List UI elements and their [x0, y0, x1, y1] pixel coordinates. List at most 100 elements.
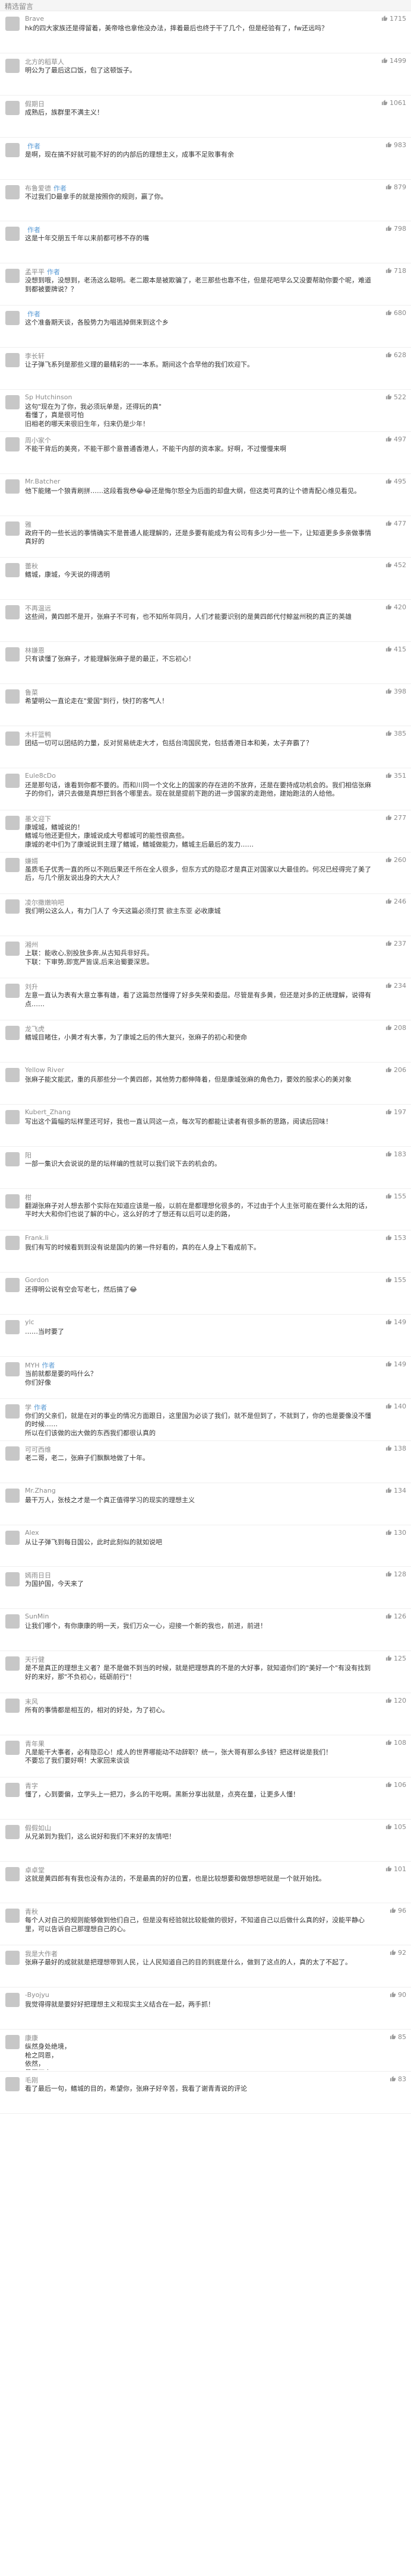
username[interactable]: 我是大作者 [25, 1950, 58, 1958]
like-button[interactable]: 130 [385, 1529, 406, 1537]
like-button[interactable]: 106 [385, 1781, 406, 1789]
username[interactable]: 青年果 [25, 1740, 45, 1748]
like-button[interactable]: 85 [390, 2033, 406, 2041]
like-button[interactable]: 96 [390, 1907, 406, 1914]
username[interactable]: 青秋 [25, 1908, 38, 1916]
like-button[interactable]: 101 [385, 1865, 406, 1873]
like-button[interactable]: 197 [385, 1108, 406, 1116]
avatar[interactable] [5, 1109, 20, 1124]
username[interactable]: 湘州 [25, 941, 38, 949]
avatar[interactable] [5, 899, 20, 914]
like-button[interactable]: 477 [385, 520, 406, 527]
like-button[interactable]: 522 [385, 393, 406, 401]
username[interactable]: 凌尔撒嫩响吧 [25, 899, 64, 907]
avatar[interactable] [5, 605, 20, 620]
username[interactable]: 康康 [25, 2034, 38, 2042]
avatar[interactable] [5, 689, 20, 704]
username[interactable]: 假假如山 [25, 1824, 51, 1832]
like-button[interactable]: 452 [385, 561, 406, 569]
username[interactable]: 可可西维 [25, 1446, 51, 1454]
username[interactable]: 柑 [25, 1194, 31, 1201]
avatar[interactable] [5, 17, 20, 31]
avatar[interactable] [5, 647, 20, 662]
like-button[interactable]: 108 [385, 1739, 406, 1747]
like-button[interactable]: 140 [385, 1403, 406, 1410]
avatar[interactable] [5, 100, 20, 115]
like-button[interactable]: 155 [385, 1276, 406, 1284]
avatar[interactable] [5, 1951, 20, 1966]
avatar[interactable] [5, 479, 20, 494]
avatar[interactable] [5, 1067, 20, 1082]
avatar[interactable] [5, 1782, 20, 1797]
avatar[interactable] [5, 395, 20, 409]
like-button[interactable]: 128 [385, 1570, 406, 1578]
username[interactable]: 不再温远 [25, 605, 51, 612]
avatar[interactable] [5, 2076, 20, 2091]
avatar[interactable] [5, 563, 20, 578]
username[interactable]: 青字 [25, 1782, 38, 1790]
username[interactable]: Frank.li [25, 1234, 49, 1242]
avatar[interactable] [5, 1909, 20, 1923]
avatar[interactable] [5, 731, 20, 746]
username[interactable]: Mr.Zhang [25, 1487, 56, 1494]
avatar[interactable] [5, 1026, 20, 1040]
username[interactable]: 布鲁爱德 [25, 185, 51, 192]
avatar[interactable] [5, 1236, 20, 1251]
like-button[interactable]: 420 [385, 603, 406, 611]
like-button[interactable]: 1715 [381, 15, 406, 23]
username[interactable]: Yellow River [25, 1066, 64, 1074]
like-button[interactable]: 398 [385, 688, 406, 695]
username[interactable]: 林嫌恩 [25, 647, 45, 654]
like-button[interactable]: 206 [385, 1066, 406, 1074]
like-button[interactable]: 497 [385, 435, 406, 443]
like-button[interactable]: 149 [385, 1318, 406, 1326]
avatar[interactable] [5, 1404, 20, 1419]
username[interactable]: 蕾秋 [25, 562, 38, 570]
like-button[interactable]: 134 [385, 1487, 406, 1494]
avatar[interactable] [5, 1446, 20, 1461]
username[interactable]: 毛刚 [25, 2076, 38, 2084]
username[interactable]: 阳 [25, 1152, 31, 1159]
like-button[interactable]: 105 [385, 1823, 406, 1831]
avatar[interactable] [5, 1614, 20, 1629]
like-button[interactable]: 126 [385, 1613, 406, 1620]
username[interactable]: ylc [25, 1318, 34, 1326]
avatar[interactable] [5, 984, 20, 998]
like-button[interactable]: 234 [385, 982, 406, 990]
like-button[interactable]: 628 [385, 351, 406, 359]
like-button[interactable]: 183 [385, 1150, 406, 1158]
like-button[interactable]: 351 [385, 772, 406, 780]
avatar[interactable] [5, 1740, 20, 1755]
avatar[interactable] [5, 269, 20, 284]
like-button[interactable]: 125 [385, 1655, 406, 1662]
like-button[interactable]: 983 [385, 141, 406, 149]
avatar[interactable] [5, 1530, 20, 1545]
avatar[interactable] [5, 1278, 20, 1293]
like-button[interactable]: 879 [385, 183, 406, 191]
username[interactable]: 雅 [25, 521, 31, 529]
like-button[interactable]: 90 [390, 1991, 406, 1999]
username[interactable]: 刘升 [25, 983, 38, 991]
like-button[interactable]: 277 [385, 814, 406, 822]
avatar[interactable] [5, 437, 20, 451]
username[interactable]: 鲁菜 [25, 689, 38, 697]
username[interactable]: 假期日 [25, 100, 45, 108]
like-button[interactable]: 495 [385, 478, 406, 485]
avatar[interactable] [5, 857, 20, 872]
avatar[interactable] [5, 1152, 20, 1166]
avatar[interactable] [5, 1194, 20, 1209]
like-button[interactable]: 415 [385, 645, 406, 653]
username[interactable]: 天行健 [25, 1656, 45, 1664]
avatar[interactable] [5, 1362, 20, 1376]
like-button[interactable]: 83 [390, 2075, 406, 2083]
username[interactable]: 龙飞虎 [25, 1025, 45, 1033]
avatar[interactable] [5, 1320, 20, 1335]
username[interactable]: Mr.Batcher [25, 478, 60, 485]
avatar[interactable] [5, 2035, 20, 2049]
like-button[interactable]: 1061 [381, 99, 406, 107]
avatar[interactable] [5, 142, 20, 157]
like-button[interactable]: 260 [385, 856, 406, 864]
avatar[interactable] [5, 1656, 20, 1671]
avatar[interactable] [5, 311, 20, 326]
username[interactable]: SunMin [25, 1613, 49, 1620]
